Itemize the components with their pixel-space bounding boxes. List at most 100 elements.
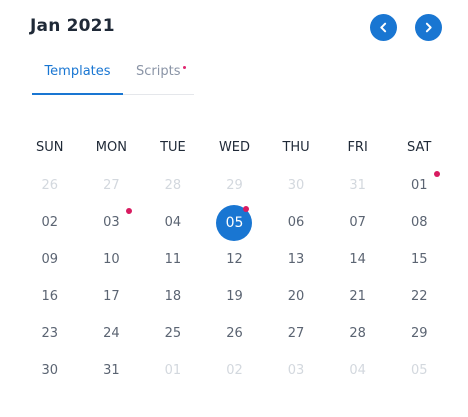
day-cell[interactable]: 10 <box>81 241 143 278</box>
day-number: 31 <box>103 363 120 378</box>
day-cell[interactable]: 26 <box>19 167 81 204</box>
day-cell[interactable]: 03 <box>81 204 143 241</box>
day-cell[interactable]: 24 <box>81 315 143 352</box>
day-number: 28 <box>349 326 366 341</box>
day-number: 31 <box>349 178 366 193</box>
day-number: 04 <box>349 363 366 378</box>
day-cell[interactable]: 31 <box>327 167 389 204</box>
event-dot <box>434 171 440 177</box>
weekday-header: SUN MON TUE WED THU FRI SAT <box>19 140 450 155</box>
notification-dot <box>183 66 187 69</box>
day-number: 14 <box>349 252 366 267</box>
day-number: 16 <box>41 289 59 304</box>
day-number: 11 <box>164 252 182 267</box>
day-number: 01 <box>164 363 182 378</box>
day-cell[interactable]: 17 <box>81 278 143 315</box>
day-cell[interactable]: 01 <box>388 167 450 204</box>
day-cell[interactable]: 12 <box>204 241 266 278</box>
day-cell[interactable]: 26 <box>204 315 266 352</box>
day-cell[interactable]: 07 <box>327 204 389 241</box>
day-cell[interactable]: 29 <box>204 167 266 204</box>
day-cell[interactable]: 14 <box>327 241 389 278</box>
day-number: 30 <box>41 363 59 378</box>
tab-bar: Templates Scripts <box>32 64 194 95</box>
day-number: 02 <box>226 363 243 378</box>
day-cell[interactable]: 30 <box>19 352 81 389</box>
day-cell[interactable]: 13 <box>265 241 327 278</box>
next-month-button[interactable] <box>415 14 442 41</box>
day-number: 15 <box>410 252 428 267</box>
day-cell[interactable]: 29 <box>388 315 450 352</box>
day-cell[interactable]: 03 <box>265 352 327 389</box>
day-cell[interactable]: 06 <box>265 204 327 241</box>
day-cell[interactable]: 19 <box>204 278 266 315</box>
day-number: 29 <box>226 178 243 193</box>
weekday-sat: SAT <box>407 140 432 155</box>
event-dot <box>243 206 250 212</box>
day-number: 08 <box>410 215 428 230</box>
chevron-left-icon <box>380 22 387 33</box>
day-cell[interactable]: 28 <box>327 315 389 352</box>
prev-month-button[interactable] <box>370 14 397 41</box>
day-cell[interactable]: 27 <box>81 167 143 204</box>
day-number: 22 <box>410 289 428 304</box>
day-number: 10 <box>103 252 120 267</box>
day-cell[interactable]: 01 <box>142 352 204 389</box>
tab-scripts-label: Scripts <box>136 64 181 79</box>
day-cell[interactable]: 28 <box>142 167 204 204</box>
day-number: 18 <box>164 289 182 304</box>
day-cell[interactable]: 02 <box>204 352 266 389</box>
day-cell[interactable]: 25 <box>142 315 204 352</box>
calendar-grid: 26 27 28 29 30 31 01 02 03 04 05 06 07 08 09 10 11 12 13 14… <box>19 167 450 389</box>
day-cell[interactable]: 18 <box>142 278 204 315</box>
day-number: 09 <box>41 252 59 267</box>
weekday-wed: WED <box>218 140 251 155</box>
weekday-mon: MON <box>95 140 127 155</box>
day-cell[interactable]: 04 <box>327 352 389 389</box>
day-cell[interactable]: 16 <box>19 278 81 315</box>
day-cell[interactable]: 09 <box>19 241 81 278</box>
day-number: 03 <box>287 363 305 378</box>
day-number: 25 <box>164 326 182 341</box>
day-cell[interactable]: 21 <box>327 278 389 315</box>
weekday-tue: TUE <box>160 140 186 155</box>
day-number: 07 <box>349 215 366 230</box>
weekday-fri: FRI <box>347 140 368 155</box>
day-cell[interactable]: 08 <box>388 204 450 241</box>
day-cell[interactable]: 11 <box>142 241 204 278</box>
day-number: 30 <box>287 178 305 193</box>
day-number: 24 <box>103 326 120 341</box>
tab-templates[interactable]: Templates <box>32 64 123 95</box>
day-number: 17 <box>103 289 120 304</box>
day-number: 01 <box>410 178 428 193</box>
day-cell[interactable]: 15 <box>388 241 450 278</box>
day-cell-selected[interactable]: 05 <box>204 204 266 241</box>
day-number: 13 <box>287 252 305 267</box>
day-cell[interactable]: 22 <box>388 278 450 315</box>
day-number: 29 <box>410 326 428 341</box>
day-cell[interactable]: 20 <box>265 278 327 315</box>
day-number: 20 <box>287 289 305 304</box>
day-cell[interactable]: 23 <box>19 315 81 352</box>
day-number: 05 <box>410 363 428 378</box>
weekday-thu: THU <box>282 140 310 155</box>
day-cell[interactable]: 02 <box>19 204 81 241</box>
day-cell[interactable]: 04 <box>142 204 204 241</box>
day-number: 28 <box>164 178 182 193</box>
chevron-right-icon <box>425 22 432 33</box>
day-number: 03 <box>103 215 120 230</box>
day-number: 19 <box>226 289 243 304</box>
event-dot <box>126 208 133 214</box>
weekday-sun: SUN <box>36 140 64 155</box>
day-number: 27 <box>287 326 305 341</box>
day-cell[interactable]: 30 <box>265 167 327 204</box>
day-cell[interactable]: 05 <box>388 352 450 389</box>
day-number: 12 <box>226 252 243 267</box>
tab-scripts[interactable]: Scripts <box>136 64 187 94</box>
day-cell[interactable]: 27 <box>265 315 327 352</box>
day-number: 02 <box>41 215 59 230</box>
day-number: 06 <box>287 215 305 230</box>
day-cell[interactable]: 31 <box>81 352 143 389</box>
day-number: 23 <box>41 326 59 341</box>
month-title: Jan 2021 <box>30 16 115 36</box>
